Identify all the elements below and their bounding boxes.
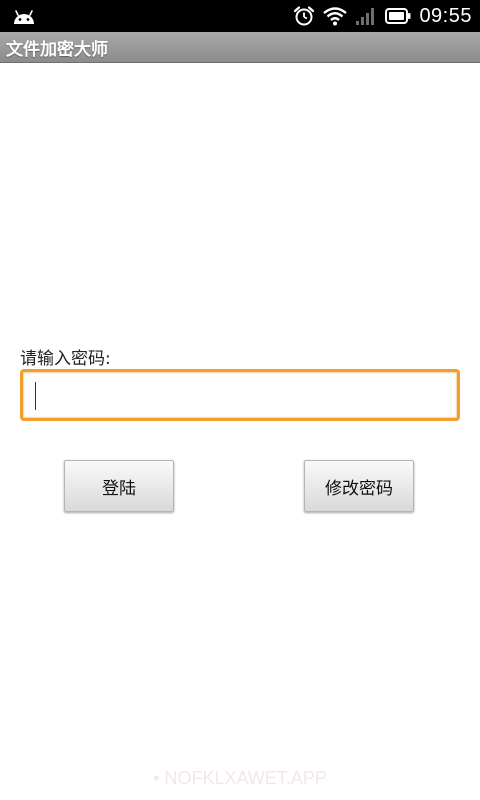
login-button[interactable]: 登陆 — [64, 460, 174, 512]
password-input[interactable] — [20, 369, 460, 421]
title-bar: 文件加密大师 — [0, 32, 480, 63]
change-password-button[interactable]: 修改密码 — [304, 460, 414, 512]
app-screen: 09:55 文件加密大师 请输入密码: 登陆 修改密码 • NOFKLXAWET… — [0, 0, 480, 800]
text-cursor — [35, 382, 36, 410]
password-prompt-label: 请输入密码: — [20, 349, 111, 369]
status-bar: 09:55 — [0, 0, 480, 32]
watermark: • NOFKLXAWET.APP — [153, 768, 327, 788]
battery-icon — [385, 8, 411, 24]
app-title: 文件加密大师 — [6, 40, 108, 60]
alarm-clock-icon — [294, 6, 315, 26]
wifi-icon — [323, 7, 348, 26]
status-icons: 09:55 — [285, 0, 472, 32]
status-time: 09:55 — [419, 4, 472, 27]
android-icon — [14, 10, 34, 24]
signal-icon — [356, 8, 375, 25]
